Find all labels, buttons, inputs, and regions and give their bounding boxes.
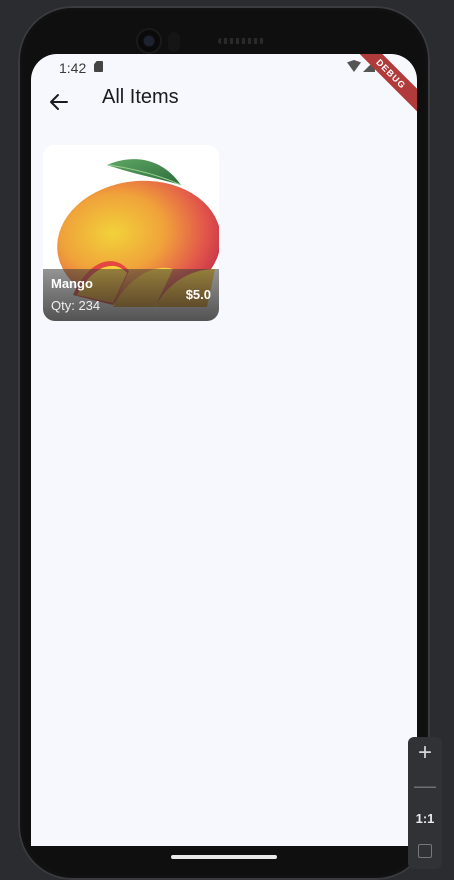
speaker-grille — [218, 38, 264, 44]
status-time: 1:42 — [59, 60, 87, 76]
sd-card-icon — [94, 61, 103, 72]
camera-icon — [138, 30, 160, 52]
zoom-fit-icon[interactable] — [418, 844, 432, 858]
zoom-out-button[interactable]: — — [408, 773, 442, 799]
item-quantity: Qty: 234 — [51, 298, 101, 313]
app-bar: All Items — [31, 80, 417, 132]
emulator-zoom-controls: + — 1:1 — [408, 737, 442, 869]
home-indicator[interactable] — [171, 855, 277, 859]
zoom-in-button[interactable]: + — [408, 739, 442, 767]
item-name: Mango — [51, 276, 93, 291]
app-screen: 1:42 DEBUG All Items Mango Qty: 234 $5.0 — [31, 54, 417, 846]
status-bar: 1:42 — [31, 54, 417, 80]
sensor — [168, 32, 180, 52]
item-price: $5.0 — [185, 287, 211, 302]
page-title: All Items — [102, 86, 179, 108]
back-arrow-icon[interactable] — [47, 90, 71, 114]
wifi-icon — [347, 60, 361, 72]
zoom-reset-button[interactable]: 1:1 — [408, 811, 442, 826]
item-card[interactable]: Mango Qty: 234 $5.0 — [43, 145, 219, 321]
